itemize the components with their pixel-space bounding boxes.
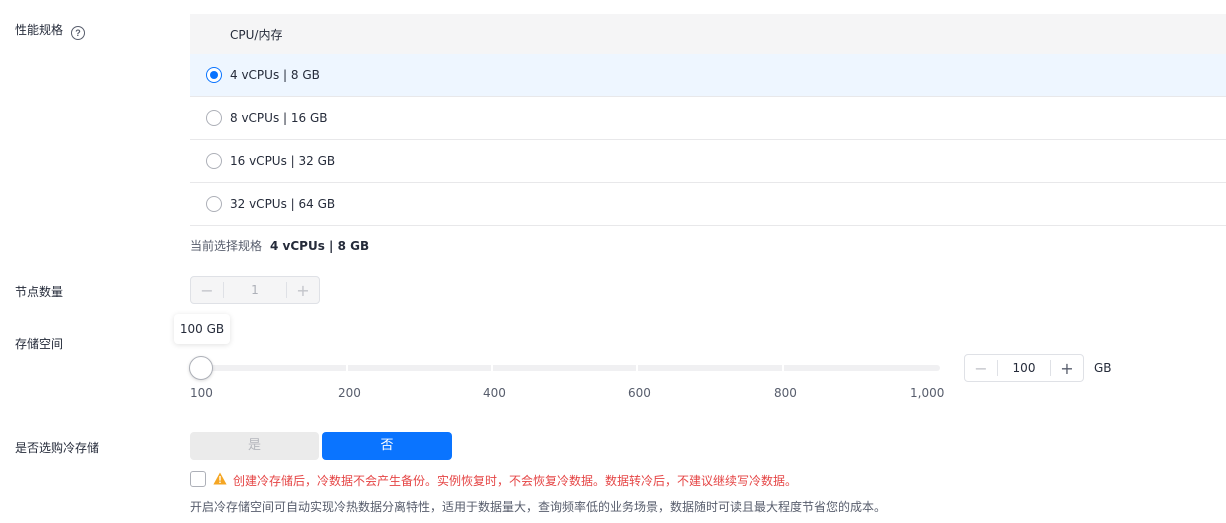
nodes-stepper[interactable]: − 1 +	[190, 276, 320, 304]
radio-checked-icon[interactable]	[206, 67, 222, 83]
spec-table: CPU/内存 4 vCPUs | 8 GB 8 vCPUs | 16 GB 16…	[190, 14, 1226, 226]
cold-storage-warning: 创建冷存储后，冷数据不会产生备份。实例恢复时，不会恢复冷数据。数据转冷后，不建议…	[233, 474, 798, 488]
slider-mark-400: 400	[483, 386, 506, 400]
storage-label: 存储空间	[15, 337, 64, 351]
slider-mark-200: 200	[338, 386, 361, 400]
cold-storage-description: 开启冷存储空间可自动实现冷热数据分离特性，适用于数据量大，查询频率低的业务场景，…	[190, 500, 887, 514]
spec-option-label: 32 vCPUs | 64 GB	[230, 197, 336, 211]
cold-storage-label: 是否选购冷存储	[15, 441, 100, 455]
storage-slider-tooltip: 100 GB	[174, 314, 230, 344]
storage-unit: GB	[1094, 361, 1112, 375]
nodes-label: 节点数量	[15, 285, 64, 299]
slider-tick	[782, 365, 784, 371]
cold-storage-yes-button[interactable]: 是	[190, 432, 319, 460]
storage-decrement-button[interactable]: −	[965, 355, 997, 381]
current-spec-value: 4 vCPUs | 8 GB	[270, 239, 370, 253]
spec-row-16vcpu[interactable]: 16 vCPUs | 32 GB	[190, 140, 1226, 183]
spec-option-label: 8 vCPUs | 16 GB	[230, 111, 328, 125]
storage-increment-button[interactable]: +	[1051, 355, 1083, 381]
slider-tick	[636, 365, 638, 371]
question-circle-icon[interactable]: ?	[71, 26, 86, 40]
radio-unchecked-icon[interactable]	[206, 196, 222, 212]
nodes-decrement-button[interactable]: −	[191, 277, 223, 303]
slider-mark-100: 100	[190, 386, 213, 400]
spec-row-32vcpu[interactable]: 32 vCPUs | 64 GB	[190, 183, 1226, 226]
spec-option-label: 16 vCPUs | 32 GB	[230, 154, 336, 168]
slider-mark-600: 600	[628, 386, 651, 400]
cold-storage-ack-checkbox[interactable]	[190, 471, 206, 487]
storage-stepper[interactable]: − 100 +	[964, 354, 1084, 382]
warning-triangle-icon	[213, 472, 227, 485]
storage-slider-handle[interactable]	[189, 356, 213, 380]
performance-label: 性能规格?	[15, 21, 86, 40]
slider-mark-800: 800	[774, 386, 797, 400]
nodes-increment-button[interactable]: +	[287, 277, 319, 303]
spec-header-cpu-memory: CPU/内存	[230, 27, 283, 42]
slider-mark-1000: 1,000	[910, 386, 945, 400]
spec-option-label: 4 vCPUs | 8 GB	[230, 68, 320, 82]
slider-tick	[491, 365, 493, 371]
current-spec: 当前选择规格 4 vCPUs | 8 GB	[190, 237, 369, 254]
nodes-value[interactable]: 1	[223, 282, 287, 298]
radio-unchecked-icon[interactable]	[206, 110, 222, 126]
storage-slider-track[interactable]	[201, 365, 940, 371]
spec-table-header: CPU/内存	[190, 14, 1226, 54]
radio-unchecked-icon[interactable]	[206, 153, 222, 169]
storage-value-input[interactable]: 100	[997, 360, 1051, 376]
current-spec-label: 当前选择规格	[190, 239, 263, 253]
spec-row-8vcpu[interactable]: 8 vCPUs | 16 GB	[190, 97, 1226, 140]
slider-tick	[346, 365, 348, 371]
cold-storage-no-button[interactable]: 否	[322, 432, 452, 460]
spec-row-4vcpu[interactable]: 4 vCPUs | 8 GB	[190, 54, 1226, 97]
